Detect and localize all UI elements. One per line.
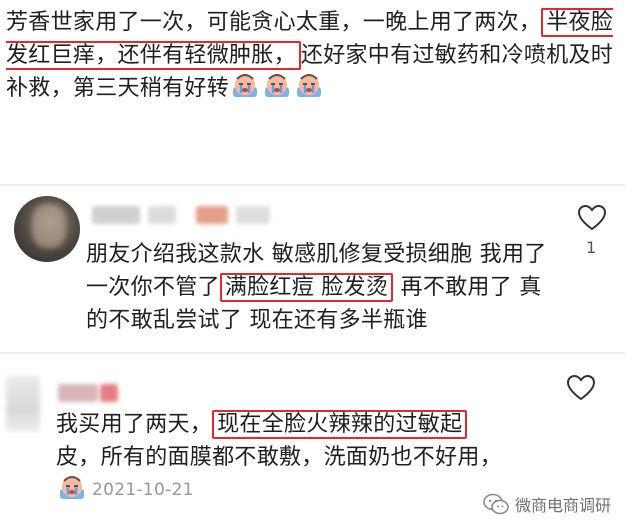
crying-emoji-icon [295,73,323,99]
username-blurred [196,206,228,224]
divider [0,184,625,186]
avatar[interactable] [6,376,40,432]
crying-emoji-icon [263,73,291,99]
crying-emoji-icon [58,475,86,501]
username-blurred [58,384,98,402]
heart-outline-icon[interactable] [577,204,607,232]
comment-text-before: 我买用了两天， [56,412,213,437]
comment-text: 我买用了两天， 现在全脸火辣辣的过敏起 皮，所有的面膜都不敢敷，洗面奶也不好用， 2… [56,408,526,507]
like-count: 1 [586,238,597,257]
username-blurred [236,206,270,224]
username-blurred [100,384,118,402]
post-text-before: 芳香世家用了一次，可能贪心太重，一晚上用了两次， [6,10,542,35]
wechat-logo-icon [483,493,509,515]
watermark: 微商电商调研 [483,492,611,516]
comment-highlight: 现在全脸火辣辣的过敏起 [212,410,468,439]
divider [0,352,625,354]
heart-outline-icon[interactable] [566,374,596,402]
comment-text: 朋友介绍我这款水 敏感肌修复受损细胞 我用了一次你不管了 满脸红痘 脸发烫 再不敢… [86,238,556,337]
username-blurred [148,206,176,224]
username-blurred [92,206,140,224]
comment-highlight: 满脸红痘 脸发烫 [219,273,394,302]
comment-date: 2021-10-21 [92,480,194,500]
crying-emoji-icon [231,73,259,99]
avatar[interactable] [14,196,80,262]
comment-text-after: 皮，所有的面膜都不敢敷，洗面奶也不好用， [56,445,503,470]
watermark-text: 微商电商调研 [514,496,611,515]
post-text: 芳香世家用了一次，可能贪心太重，一晚上用了两次， 半夜脸发红巨痒，还伴有轻微肿胀，… [6,6,616,105]
